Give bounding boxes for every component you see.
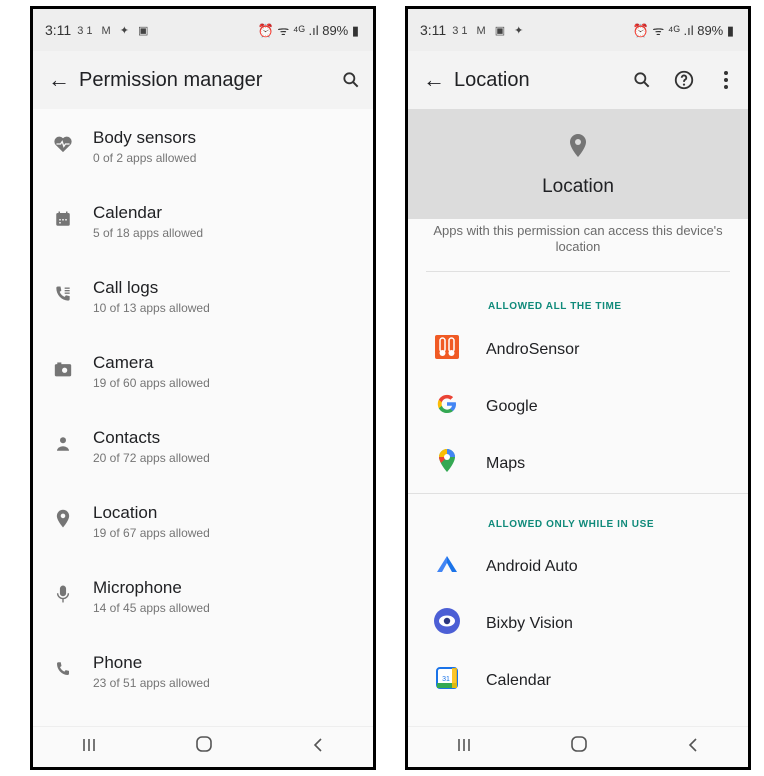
- app-name: Android Auto: [486, 557, 578, 575]
- location-pin-icon: [568, 134, 588, 163]
- back-arrow-icon[interactable]: ←: [414, 67, 454, 93]
- permission-header: Location: [408, 109, 748, 219]
- permission-name: Location: [93, 503, 158, 522]
- androsensor-app-icon: [434, 334, 460, 365]
- app-row-androsensor[interactable]: AndroSensor: [408, 321, 748, 378]
- home-icon[interactable]: [195, 735, 213, 759]
- permission-count: 20 of 72 apps allowed: [93, 451, 210, 465]
- app-name: Calendar: [486, 671, 551, 689]
- permission-count: 5 of 18 apps allowed: [93, 226, 204, 240]
- section-label-allowed-all-time: ALLOWED ALL THE TIME: [488, 301, 622, 312]
- permission-description: Apps with this permission can access thi…: [433, 223, 723, 254]
- location-pin-icon: [55, 509, 71, 534]
- notification-icons: 31 M ✦ ▣: [77, 24, 152, 37]
- app-name: AndroSensor: [486, 340, 580, 358]
- app-bar: ← Location: [408, 51, 748, 109]
- android-auto-app-icon: [435, 554, 459, 579]
- app-name: Bixby Vision: [486, 614, 573, 632]
- page-title: Location: [454, 68, 530, 91]
- notification-icons: 31 M ▣ ✦: [452, 24, 527, 37]
- svg-text:31: 31: [442, 676, 450, 683]
- app-row-google[interactable]: Google: [408, 378, 748, 435]
- back-nav-icon[interactable]: [312, 736, 324, 759]
- help-icon[interactable]: [672, 68, 696, 92]
- permission-item-call-logs[interactable]: Call logs 10 of 13 apps allowed: [33, 259, 373, 334]
- navigation-bar: [408, 726, 748, 767]
- permission-item-location[interactable]: Location 19 of 67 apps allowed: [33, 484, 373, 559]
- status-bar: 3:11 31 M ✦ ▣ ⏰ ᯤ ⁴ᴳ .ıl 89% ▮: [33, 9, 373, 51]
- google-app-icon: [435, 392, 459, 421]
- permission-count: 0 of 2 apps allowed: [93, 151, 197, 165]
- permission-item-contacts[interactable]: Contacts 20 of 72 apps allowed: [33, 409, 373, 484]
- permission-count: 10 of 13 apps allowed: [93, 301, 210, 315]
- calendar-icon: [54, 210, 72, 233]
- app-name: Maps: [486, 454, 526, 472]
- divider: [426, 271, 730, 272]
- permission-item-phone[interactable]: Phone 23 of 51 apps allowed: [33, 634, 373, 709]
- app-name: Google: [486, 397, 538, 415]
- recents-icon[interactable]: [82, 736, 96, 759]
- status-right-icons: ⏰ ᯤ ⁴ᴳ .ıl 89% ▮: [632, 23, 734, 38]
- permission-count: 14 of 45 apps allowed: [93, 601, 210, 615]
- permission-count: 23 of 51 apps allowed: [93, 676, 210, 690]
- recents-icon[interactable]: [457, 736, 471, 759]
- heart-pulse-icon: [53, 135, 73, 158]
- permission-manager-screen: 3:11 31 M ✦ ▣ ⏰ ᯤ ⁴ᴳ .ıl 89% ▮ ← Permiss…: [30, 6, 376, 770]
- bixby-vision-app-icon: [433, 607, 461, 640]
- app-row-maps[interactable]: Maps: [408, 435, 748, 492]
- permission-name: Body sensors: [93, 128, 196, 147]
- status-bar: 3:11 31 M ▣ ✦ ⏰ ᯤ ⁴ᴳ .ıl 89% ▮: [408, 9, 748, 51]
- app-row-bixby-vision[interactable]: Bixby Vision: [408, 595, 748, 652]
- home-icon[interactable]: [570, 735, 588, 759]
- divider: [408, 493, 748, 494]
- app-bar: ← Permission manager: [33, 51, 373, 109]
- permission-name: Microphone: [93, 578, 182, 597]
- permission-count: 19 of 67 apps allowed: [93, 526, 210, 540]
- status-time: 3:11: [420, 22, 447, 38]
- maps-app-icon: [437, 448, 457, 479]
- search-icon[interactable]: [630, 68, 654, 92]
- permission-item-body-sensors[interactable]: Body sensors 0 of 2 apps allowed: [33, 109, 373, 184]
- permission-item-calendar[interactable]: Calendar 5 of 18 apps allowed: [33, 184, 373, 259]
- person-icon: [54, 435, 72, 458]
- google-calendar-app-icon: 31: [436, 667, 458, 694]
- section-label-allowed-while-in-use: ALLOWED ONLY WHILE IN USE: [488, 519, 655, 530]
- permission-name: Contacts: [93, 428, 161, 447]
- header-title: Location: [542, 176, 614, 197]
- more-options-icon[interactable]: [714, 68, 738, 92]
- app-row-android-auto[interactable]: Android Auto: [408, 538, 748, 595]
- call-log-icon: [53, 284, 73, 309]
- app-row-calendar[interactable]: 31 Calendar: [408, 652, 748, 709]
- microphone-icon: [55, 584, 71, 609]
- search-icon[interactable]: [339, 68, 363, 92]
- status-time: 3:11: [45, 22, 72, 38]
- permission-name: Calendar: [93, 203, 162, 222]
- permission-name: Phone: [93, 653, 143, 672]
- permission-name: Call logs: [93, 278, 159, 297]
- status-right-icons: ⏰ ᯤ ⁴ᴳ .ıl 89% ▮: [257, 23, 359, 38]
- phone-icon: [54, 660, 72, 683]
- camera-icon: [53, 360, 73, 383]
- permission-item-microphone[interactable]: Microphone 14 of 45 apps allowed: [33, 559, 373, 634]
- permission-item-camera[interactable]: Camera 19 of 60 apps allowed: [33, 334, 373, 409]
- navigation-bar: [33, 726, 373, 767]
- back-nav-icon[interactable]: [687, 736, 699, 759]
- permission-name: Camera: [93, 353, 154, 372]
- location-permission-screen: 3:11 31 M ▣ ✦ ⏰ ᯤ ⁴ᴳ .ıl 89% ▮ ← Locatio…: [405, 6, 751, 770]
- permission-list: Body sensors 0 of 2 apps allowed Calenda…: [33, 109, 373, 727]
- page-title: Permission manager: [79, 68, 263, 91]
- permission-count: 19 of 60 apps allowed: [93, 376, 210, 390]
- back-arrow-icon[interactable]: ←: [39, 67, 79, 93]
